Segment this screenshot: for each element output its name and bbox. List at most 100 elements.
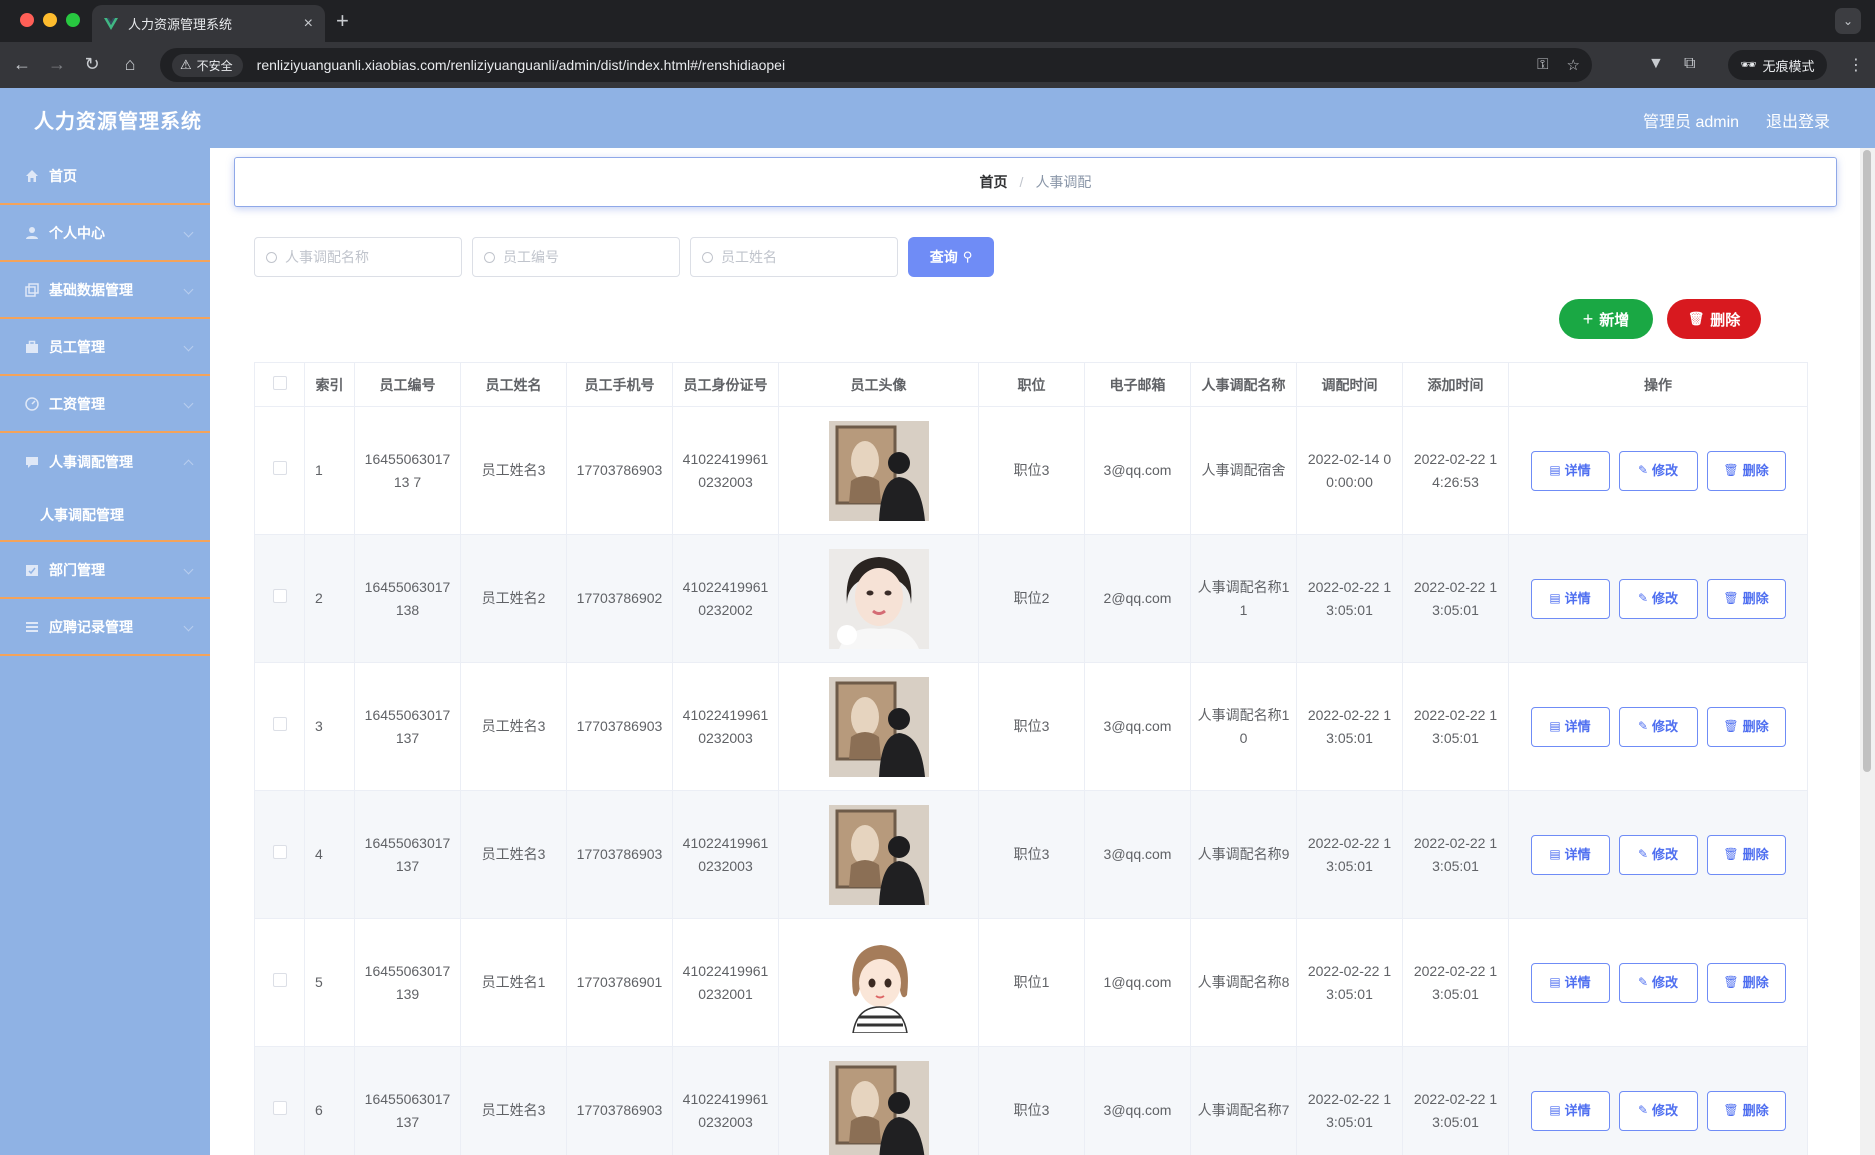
scrollbar-thumb[interactable]	[1863, 150, 1871, 772]
logout-link[interactable]: 退出登录	[1766, 108, 1830, 132]
breadcrumb-home[interactable]: 首页	[980, 172, 1008, 192]
detail-button[interactable]: ▤ 详情	[1530, 450, 1610, 491]
employee-code-input[interactable]	[503, 249, 663, 265]
minimize-window-button[interactable]	[43, 13, 57, 27]
cell-position: 职位1	[978, 918, 1085, 1047]
cell-transfer-time: 2022-02-22 13:05:01	[1296, 790, 1403, 919]
edit-button[interactable]: ✎ 修改	[1618, 706, 1698, 747]
sidebar-item-salary[interactable]: 工资管理	[0, 376, 210, 433]
page-scrollbar[interactable]	[1860, 148, 1875, 1155]
reload-icon[interactable]: ↻	[80, 52, 104, 76]
employee-name-input[interactable]	[721, 249, 881, 265]
edit-pen-icon: ✎	[1637, 847, 1649, 861]
address-bar[interactable]: ⚠ 不安全 renliziyuanguanli.xiaobias.com/ren…	[160, 48, 1592, 82]
delete-row-button[interactable]: 🗑 删除	[1706, 962, 1786, 1003]
query-button[interactable]: 查询 ⚲	[908, 237, 994, 277]
row-select-cell[interactable]	[254, 662, 305, 791]
sidebar-item-basic-data[interactable]: 基础数据管理	[0, 262, 210, 319]
sidebar-item-label: 应聘记录管理	[49, 618, 133, 635]
sidebar-item-employees[interactable]: 员工管理	[0, 319, 210, 376]
row-select-cell[interactable]	[254, 918, 305, 1047]
browser-menu-icon[interactable]: ⋮	[1848, 55, 1864, 75]
edit-button[interactable]: ✎ 修改	[1618, 450, 1698, 491]
sidebar-item-departments[interactable]: 部门管理	[0, 542, 210, 599]
row-checkbox[interactable]	[272, 461, 287, 475]
back-icon[interactable]: ←	[10, 52, 34, 76]
password-key-icon[interactable]: ⚿	[1537, 56, 1548, 74]
table-row: 1 1645506301713 7 员工姓名3 17703786903 41022419…	[254, 406, 1808, 535]
sidebar-item-home[interactable]: 首页	[0, 148, 210, 205]
delete-row-button[interactable]: 🗑 删除	[1706, 450, 1786, 491]
employee-code-search[interactable]	[472, 237, 680, 277]
home-button-icon[interactable]: ⌂	[118, 52, 142, 76]
security-indicator[interactable]: ⚠ 不安全	[172, 53, 243, 77]
edit-label: 修改	[1652, 719, 1679, 734]
detail-button[interactable]: ▤ 详情	[1530, 1090, 1610, 1131]
extension-v-icon[interactable]: ▼	[1648, 55, 1664, 73]
url-text[interactable]: renliziyuanguanli.xiaobias.com/renliziyu…	[257, 57, 1537, 73]
employee-name-search[interactable]	[690, 237, 898, 277]
tab-close-icon[interactable]: ×	[304, 15, 313, 33]
column-header: 员工手机号	[566, 362, 673, 407]
detail-button[interactable]: ▤ 详情	[1530, 962, 1610, 1003]
row-checkbox[interactable]	[272, 717, 287, 731]
row-checkbox[interactable]	[272, 845, 287, 859]
batch-delete-button[interactable]: 🗑 删除	[1667, 299, 1761, 339]
cell-index: 2	[304, 534, 355, 663]
puzzle-extensions-icon[interactable]: ⧉	[1684, 55, 1695, 73]
incognito-indicator[interactable]: 🕶 无痕模式	[1728, 50, 1827, 80]
edit-pen-icon: ✎	[1637, 463, 1649, 477]
cell-phone: 17703786903	[566, 1046, 673, 1155]
edit-button[interactable]: ✎ 修改	[1618, 834, 1698, 875]
delete-row-button[interactable]: 🗑 删除	[1706, 1090, 1786, 1131]
bookmark-star-icon[interactable]: ☆	[1567, 56, 1580, 74]
detail-button[interactable]: ▤ 详情	[1530, 834, 1610, 875]
edit-label: 修改	[1652, 847, 1679, 862]
tab-search-icon[interactable]: ⌄	[1835, 8, 1861, 34]
select-all-checkbox[interactable]	[272, 376, 287, 390]
close-window-button[interactable]	[20, 13, 34, 27]
avatar-cell	[778, 662, 979, 791]
detail-button[interactable]: ▤ 详情	[1530, 706, 1610, 747]
delete-row-button[interactable]: 🗑 删除	[1706, 706, 1786, 747]
sidebar-item-applications[interactable]: 应聘记录管理	[0, 599, 210, 656]
cell-id-card: 410224199610232003	[672, 662, 779, 791]
edit-button[interactable]: ✎ 修改	[1618, 962, 1698, 1003]
new-tab-icon[interactable]: +	[336, 8, 349, 34]
add-button[interactable]: + 新增	[1559, 299, 1653, 339]
cell-phone: 17703786903	[566, 790, 673, 919]
user-icon	[26, 226, 38, 239]
cell-transfer: 人事调配名称8	[1190, 918, 1297, 1047]
select-all-cell[interactable]	[254, 362, 305, 407]
forward-icon[interactable]: →	[45, 52, 69, 76]
transfer-name-search[interactable]	[254, 237, 462, 277]
column-header: 调配时间	[1296, 362, 1403, 407]
sidebar-item-profile[interactable]: 个人中心	[0, 205, 210, 262]
detail-button[interactable]: ▤ 详情	[1530, 578, 1610, 619]
column-header: 职位	[978, 362, 1085, 407]
breadcrumb: 首页 / 人事调配	[234, 157, 1837, 207]
tab-title: 人力资源管理系统	[128, 17, 233, 32]
actions-cell: ▤ 详情 ✎ 修改 🗑 删除	[1508, 1046, 1808, 1155]
row-checkbox[interactable]	[272, 973, 287, 987]
sidebar: 首页 个人中心 基础数据管理 员工管理 工资管理 人事调配管理 人事调配管理 部…	[0, 148, 210, 1155]
row-select-cell[interactable]	[254, 534, 305, 663]
browser-tab[interactable]: 人力资源管理系统 ×	[92, 5, 325, 42]
edit-button[interactable]: ✎ 修改	[1618, 578, 1698, 619]
trash-icon: 🗑	[1723, 975, 1739, 989]
chevron-down-icon	[183, 398, 194, 409]
delete-row-button[interactable]: 🗑 删除	[1706, 834, 1786, 875]
sidebar-subitem-transfer-management[interactable]: 人事调配管理	[0, 490, 210, 542]
row-select-cell[interactable]	[254, 406, 305, 535]
sidebar-item-transfer[interactable]: 人事调配管理	[0, 433, 210, 490]
maximize-window-button[interactable]	[66, 13, 80, 27]
row-checkbox[interactable]	[272, 1101, 287, 1115]
row-select-cell[interactable]	[254, 1046, 305, 1155]
edit-label: 修改	[1652, 591, 1679, 606]
delete-row-button[interactable]: 🗑 删除	[1706, 578, 1786, 619]
breadcrumb-separator: /	[1019, 174, 1024, 190]
row-checkbox[interactable]	[272, 589, 287, 603]
row-select-cell[interactable]	[254, 790, 305, 919]
transfer-name-input[interactable]	[285, 249, 445, 265]
edit-button[interactable]: ✎ 修改	[1618, 1090, 1698, 1131]
